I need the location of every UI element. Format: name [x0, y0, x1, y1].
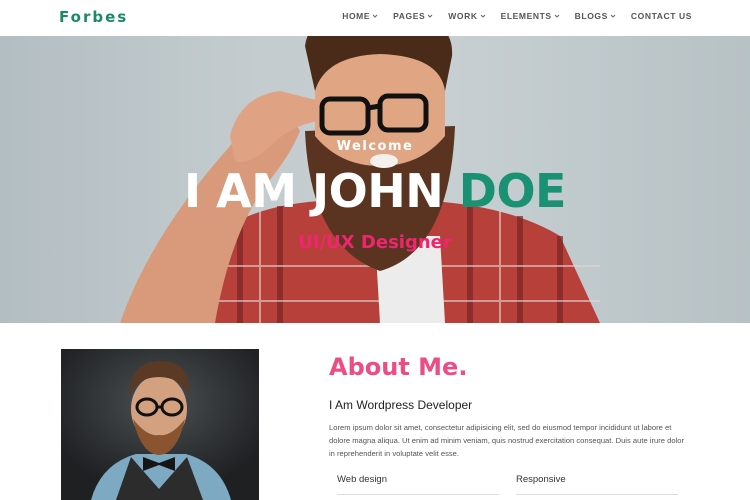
hero-title: I AM JOHN DOE	[0, 164, 750, 218]
nav-item-label: CONTACT US	[630, 11, 692, 21]
nav-item-label: HOME	[342, 11, 371, 21]
skill-divider	[516, 494, 678, 495]
nav-item-label: BLOGS	[574, 11, 608, 21]
chevron-down-icon	[372, 13, 378, 19]
chevron-down-icon	[480, 13, 486, 19]
main-nav: HOME PAGES WORK ELEMENTS BLOGS CONTACT U…	[342, 11, 692, 21]
about-subtitle: I Am Wordpress Developer	[329, 398, 473, 412]
skill-label-web-design: Web design	[337, 474, 387, 485]
about-portrait	[61, 349, 259, 500]
about-title: About Me.	[329, 353, 468, 381]
nav-item-elements[interactable]: ELEMENTS	[501, 11, 560, 21]
nav-item-label: ELEMENTS	[500, 11, 552, 21]
hero-subtitle: UI/UX Designer	[298, 232, 452, 253]
about-text: Lorem ipsum dolor sit amet, consectetur …	[329, 423, 684, 458]
portrait-photo	[61, 349, 259, 500]
chevron-down-icon	[427, 13, 433, 19]
nav-item-label: WORK	[448, 11, 478, 21]
chevron-down-icon	[554, 13, 560, 19]
site-header: Forbes HOME PAGES WORK ELEMENTS BLOGS CO…	[0, 0, 750, 36]
skill-label-responsive: Responsive	[516, 474, 566, 485]
hero-title-main: I AM JOHN	[184, 164, 459, 218]
skill-divider	[337, 494, 499, 495]
hero-banner: Welcome I AM JOHN DOE UI/UX Designer	[0, 36, 750, 323]
site-logo[interactable]: Forbes	[59, 8, 128, 26]
hero-title-accent: DOE	[458, 164, 567, 218]
nav-item-label: PAGES	[393, 11, 426, 21]
nav-item-blogs[interactable]: BLOGS	[575, 11, 616, 21]
nav-item-contact-us[interactable]: CONTACT US	[631, 11, 692, 21]
nav-item-pages[interactable]: PAGES	[393, 11, 433, 21]
nav-item-work[interactable]: WORK	[448, 11, 485, 21]
nav-item-home[interactable]: HOME	[342, 11, 378, 21]
hero-welcome: Welcome	[336, 139, 414, 154]
chevron-down-icon	[610, 13, 616, 19]
